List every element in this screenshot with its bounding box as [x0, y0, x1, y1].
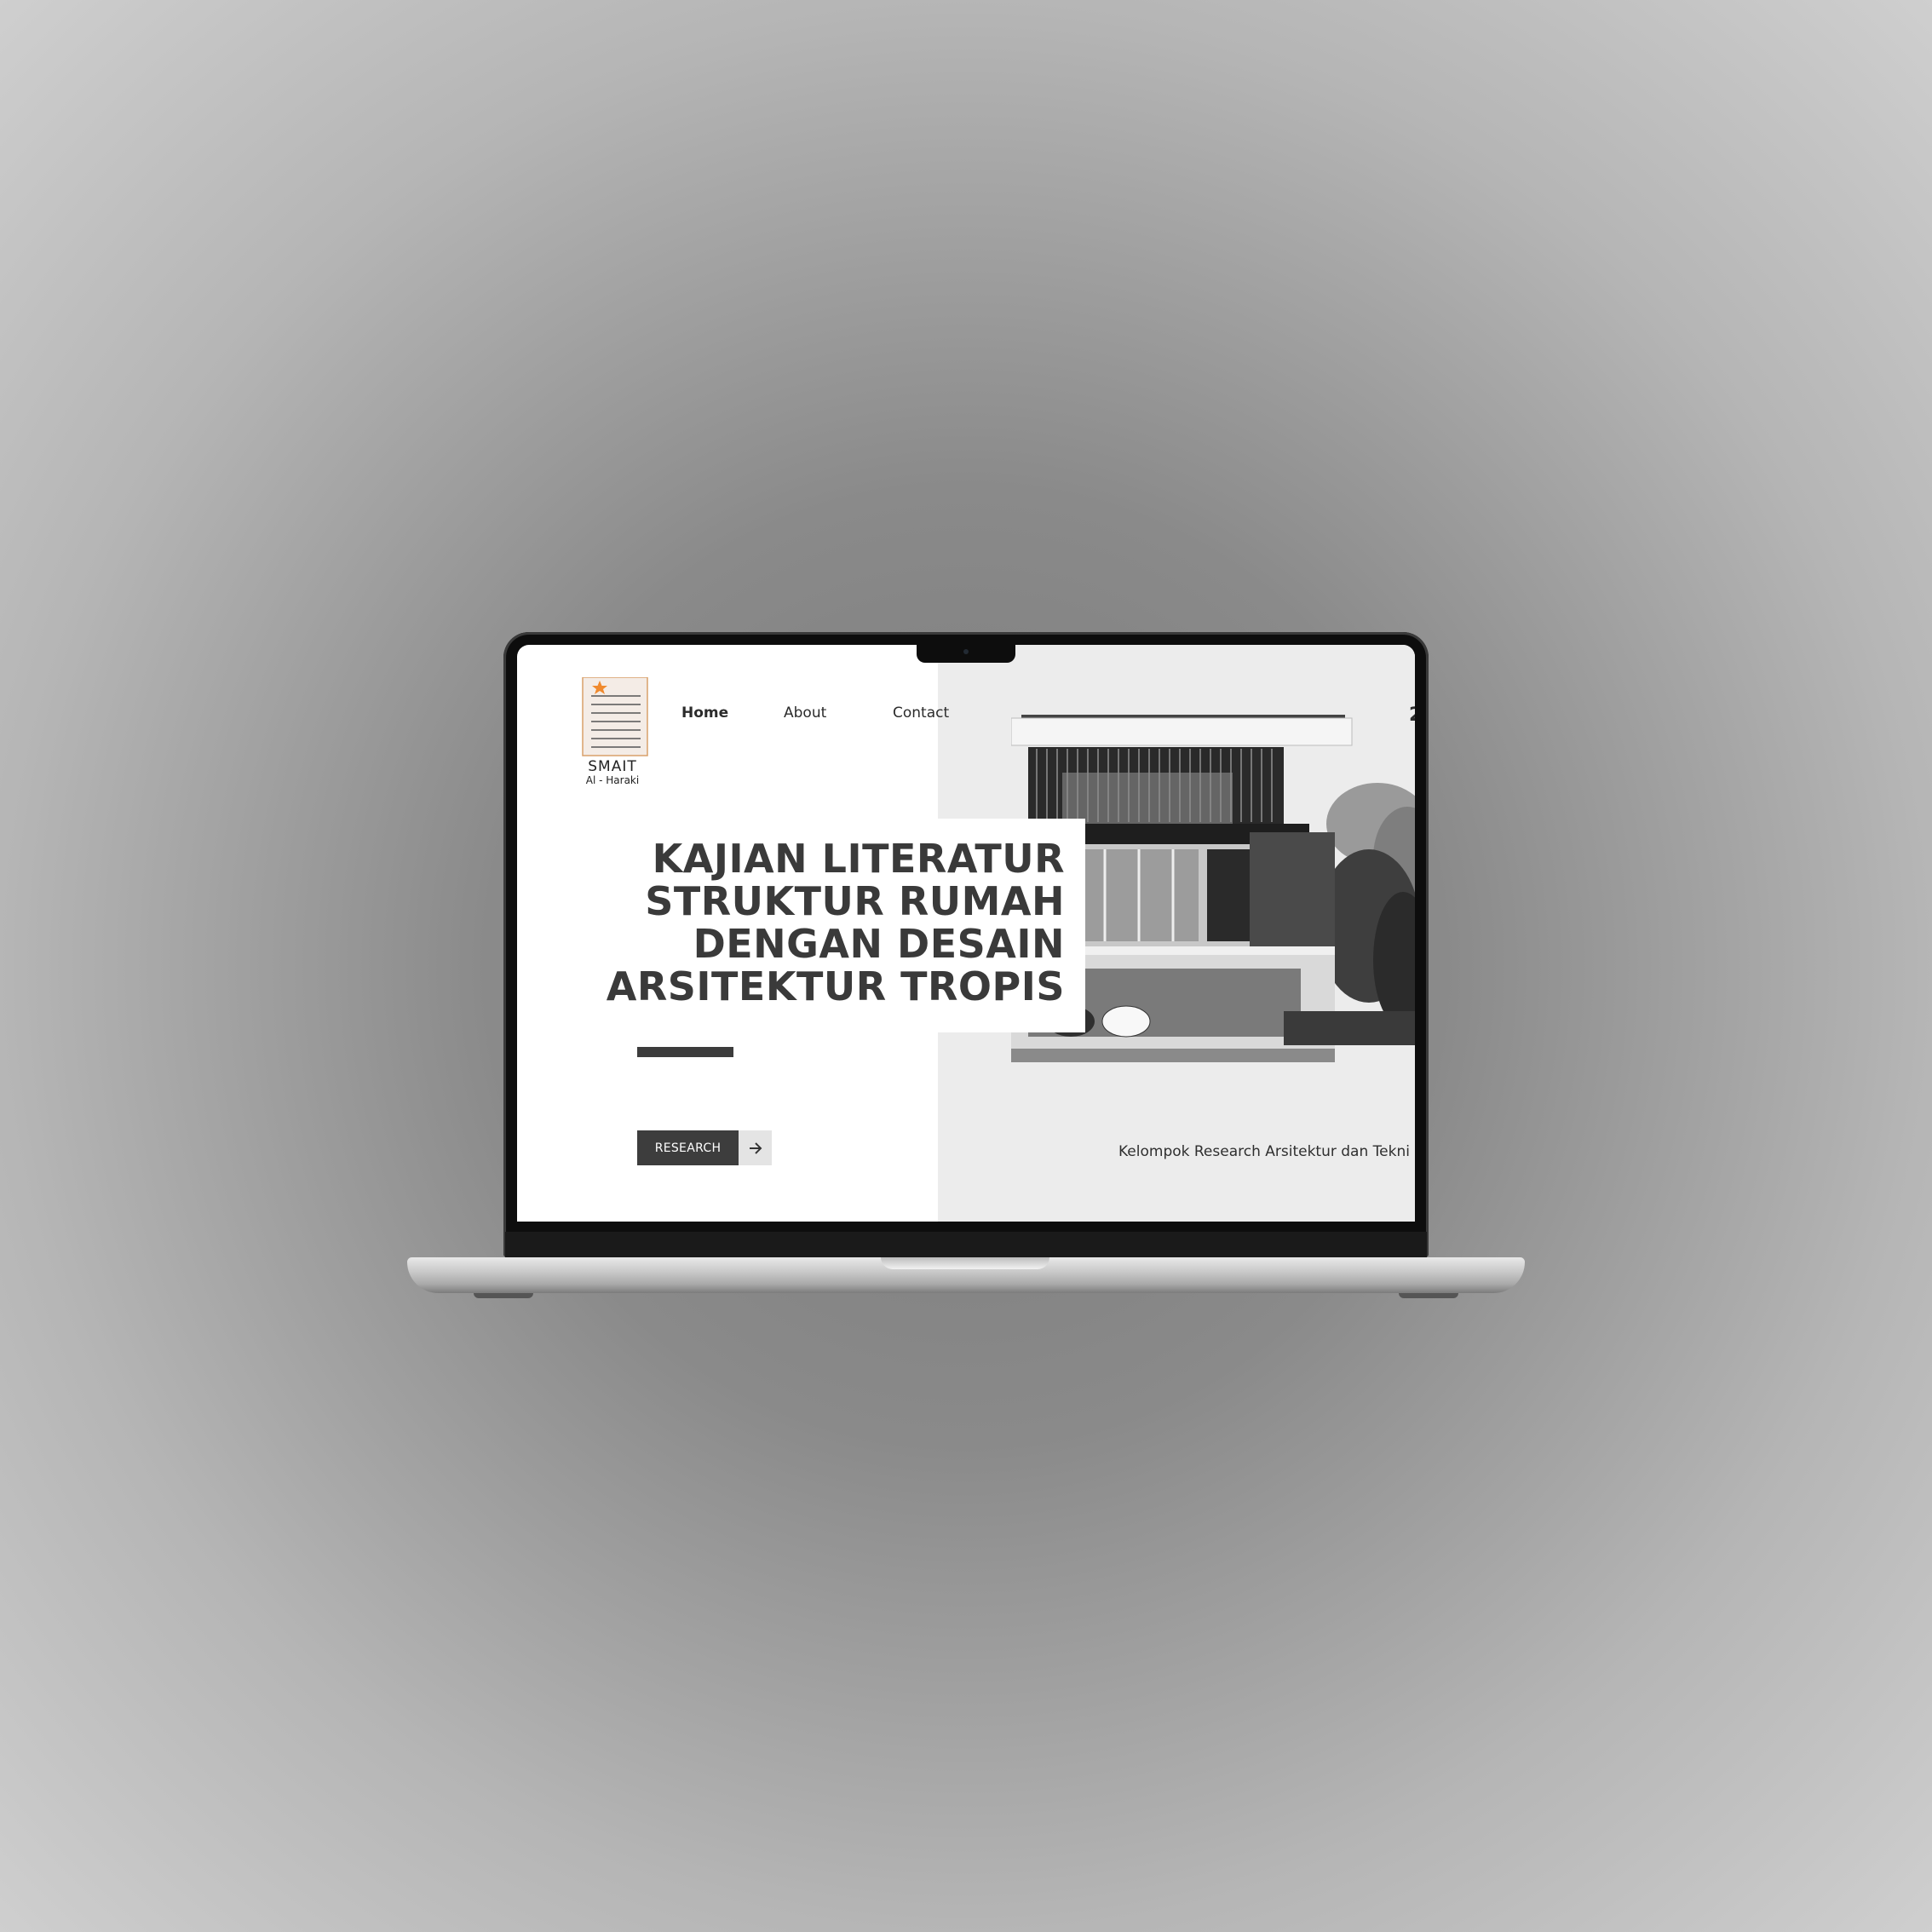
hero-caption: Kelompok Research Arsitektur dan Tekni	[1118, 1143, 1410, 1160]
research-button[interactable]: RESEARCH	[637, 1130, 739, 1165]
arrow-right-icon	[749, 1141, 762, 1154]
title-underline	[637, 1047, 733, 1057]
hero-title-line: KAJIAN LITERATUR	[652, 836, 1065, 882]
logo-name: SMAIT	[588, 758, 637, 775]
website-screen: SMAIT Al - Haraki Home About Contact 2	[517, 645, 1415, 1222]
laptop-foot	[1399, 1293, 1458, 1298]
nav-contact-link[interactable]: Contact	[893, 704, 949, 722]
laptop-bottom-bezel	[505, 1232, 1427, 1257]
logo-caption: SMAIT Al - Haraki	[574, 758, 651, 786]
nav-about-link[interactable]: About	[784, 704, 826, 722]
hero-title-line: DENGAN DESAIN	[693, 921, 1065, 967]
hero-title: KAJIAN LITERATUR STRUKTUR RUMAH DENGAN D…	[607, 837, 1065, 1008]
research-arrow-button[interactable]	[739, 1130, 772, 1165]
hero-title-line: ARSITEKTUR TROPIS	[606, 963, 1065, 1009]
camera-icon	[963, 649, 969, 654]
hero-title-line: STRUKTUR RUMAH	[645, 878, 1065, 924]
laptop-opening-lip	[881, 1257, 1049, 1269]
nav-home-link[interactable]: Home	[681, 704, 728, 722]
hero-title-box: KAJIAN LITERATUR STRUKTUR RUMAH DENGAN D…	[607, 819, 1085, 1032]
laptop-foot	[474, 1293, 533, 1298]
logo-subname: Al - Haraki	[585, 774, 640, 786]
